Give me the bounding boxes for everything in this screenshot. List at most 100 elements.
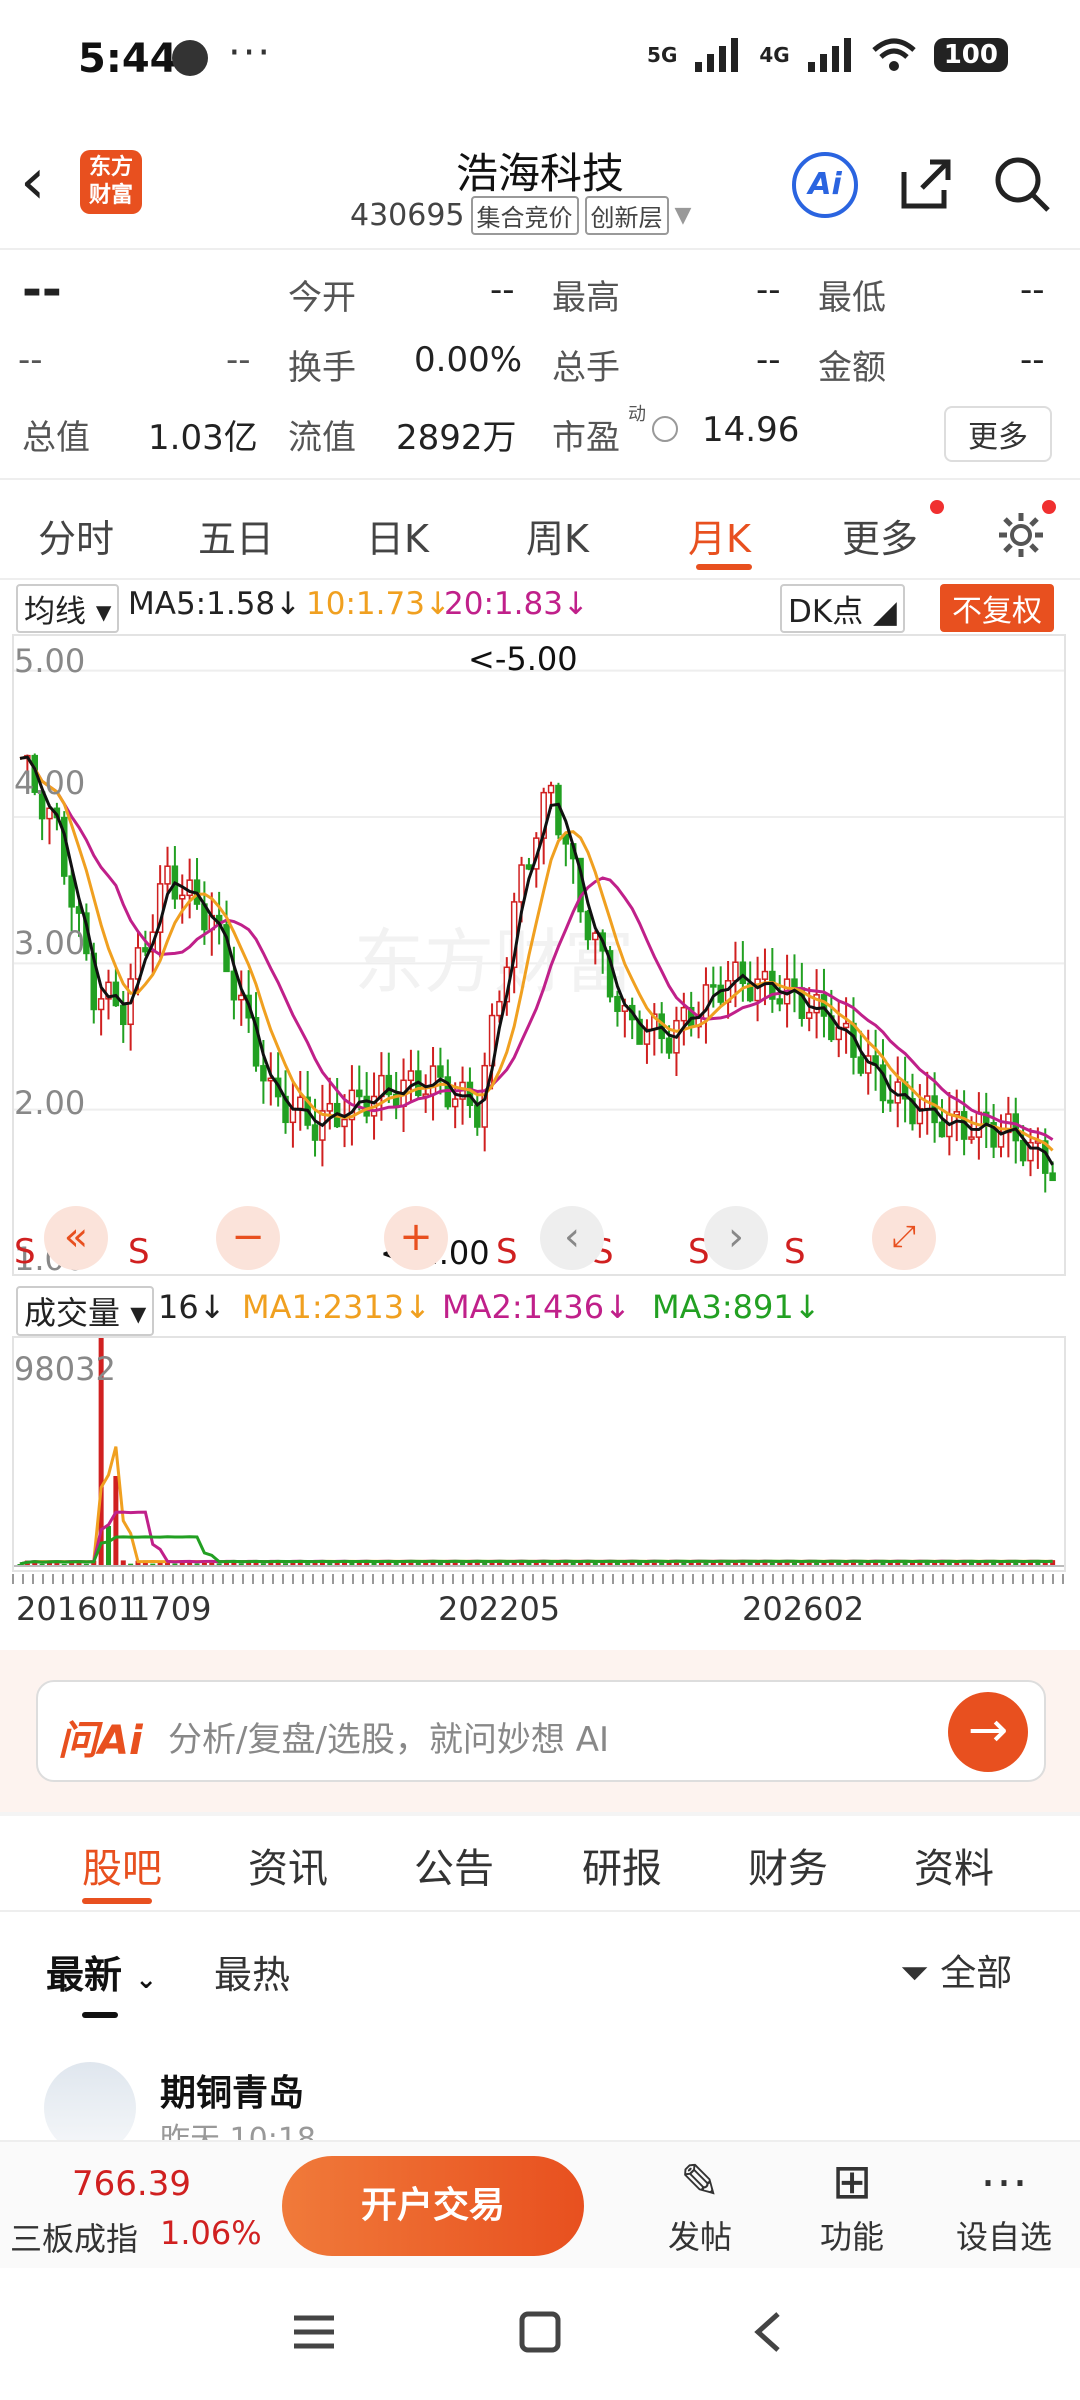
- period-tabs: 分时 五日 日K 周K 月K 更多: [0, 480, 1080, 580]
- tab-monthly-k[interactable]: 月K: [688, 508, 751, 563]
- bottom-action-bar: 766.39 三板成指 1.06% 开户交易 ✎ 发帖 ⊞ 功能 ⋯ 设自选: [0, 2140, 1080, 2268]
- filter-icon: ⏷: [900, 1953, 929, 1994]
- low-value: --: [1020, 270, 1045, 310]
- candle-body: [1012, 1113, 1019, 1142]
- tab-daily-k[interactable]: 日K: [366, 508, 429, 563]
- network-4g-icon: 4G: [759, 43, 790, 67]
- candle-body: [326, 1102, 334, 1112]
- tab-news[interactable]: 资讯: [248, 1836, 328, 1894]
- post-button[interactable]: ✎ 发帖: [640, 2152, 760, 2258]
- scroll-right-button[interactable]: ›: [704, 1206, 768, 1270]
- amount-label: 金额: [818, 348, 886, 388]
- signal-icon: [695, 38, 739, 72]
- candle-body: [938, 1121, 946, 1138]
- candle-body: [112, 981, 120, 1007]
- candle-body: [665, 1037, 673, 1054]
- ai-button[interactable]: Ai: [792, 152, 858, 218]
- signal-icon-2: [807, 38, 851, 72]
- scroll-far-left-button[interactable]: «: [44, 1206, 108, 1270]
- tab-intraday[interactable]: 分时: [38, 508, 114, 563]
- candle-body: [474, 1104, 481, 1128]
- tab-more[interactable]: 更多: [842, 508, 918, 563]
- mktcap-value: 1.03亿: [148, 418, 258, 458]
- vol-ma3-label: MA3:891: [652, 1288, 794, 1326]
- stock-code: 430695: [350, 198, 465, 233]
- more-red-dot: [930, 500, 944, 514]
- volume-chart[interactable]: 98032: [12, 1336, 1066, 1572]
- pe-value: 14.96: [702, 410, 800, 450]
- candle-body: [164, 865, 171, 885]
- candle-body: [120, 1004, 127, 1026]
- tab-announcements[interactable]: 公告: [414, 1836, 494, 1894]
- price-change-pct: --: [226, 340, 251, 380]
- tab-forum[interactable]: 股吧: [82, 1836, 162, 1894]
- home-icon[interactable]: [518, 2310, 562, 2354]
- no-adjust-button[interactable]: 不复权: [940, 584, 1054, 632]
- candle-body: [341, 1118, 348, 1128]
- open-label: 今开: [288, 278, 356, 318]
- volume-selector[interactable]: 成交量 ▾: [16, 1286, 155, 1336]
- volume-selector-label: 成交量: [24, 1294, 121, 1332]
- candle-body: [179, 894, 186, 900]
- index-value[interactable]: 766.39: [72, 2164, 191, 2204]
- search-icon[interactable]: [992, 154, 1052, 214]
- post-author[interactable]: 期铜青岛: [160, 2064, 304, 2116]
- high-value: --: [756, 270, 781, 310]
- vol-ma3: MA3:891↓: [652, 1288, 821, 1326]
- ai-search-bar[interactable]: 问Ai 分析/复盘/选股，就问妙想 AI →: [36, 1680, 1046, 1782]
- more-quote-button[interactable]: 更多: [944, 406, 1052, 462]
- dropdown-icon: ▼: [674, 203, 692, 228]
- tab-research[interactable]: 研报: [582, 1836, 662, 1894]
- settings-gear-icon[interactable]: [996, 510, 1046, 560]
- ma-selector[interactable]: 均线 ▾: [16, 584, 120, 633]
- tab-five-day[interactable]: 五日: [198, 508, 274, 563]
- function-button[interactable]: ⊞ 功能: [792, 2152, 912, 2258]
- candle-body: [584, 910, 592, 941]
- ai-submit-arrow-icon[interactable]: →: [948, 1692, 1028, 1772]
- tab-weekly-k[interactable]: 周K: [526, 508, 589, 563]
- y-label-4: 4.00: [14, 764, 86, 802]
- candle-body: [407, 1070, 415, 1082]
- candle-body: [356, 1089, 363, 1098]
- filter-all-button[interactable]: ⏷ 全部: [900, 1944, 1012, 1996]
- ma20-label: 20:1.83: [444, 586, 563, 622]
- status-bar: 5:44 ··· 5G 4G 100: [0, 0, 1080, 120]
- candle-body: [525, 864, 533, 870]
- kline-chart[interactable]: 东方财富 5.00 4.00 3.00 2.00 1.00 <-5.00 <-1…: [12, 634, 1066, 1278]
- sort-latest[interactable]: 最新 ⌄: [46, 1944, 157, 1999]
- candle-body: [260, 1065, 267, 1082]
- back-nav-icon[interactable]: [748, 2310, 788, 2354]
- tab-finance[interactable]: 财务: [748, 1836, 828, 1894]
- share-icon[interactable]: [896, 154, 956, 214]
- pe-superscript: 动: [628, 404, 646, 425]
- menu-icon[interactable]: [292, 2312, 336, 2352]
- edit-icon: ✎: [679, 2154, 721, 2210]
- stock-header: ‹ 东方 财富 浩海科技 430695 集合竞价 创新层 ▼ Ai: [0, 120, 1080, 250]
- pe-info-icon[interactable]: [652, 416, 678, 442]
- auction-tag: 集合竞价: [470, 196, 579, 235]
- candle-body: [968, 1136, 975, 1140]
- stock-code-row[interactable]: 430695 集合竞价 创新层 ▼: [350, 196, 691, 235]
- x-label-start: 201601: [16, 1590, 139, 1628]
- post-time: 昨天 10:18: [160, 2122, 316, 2140]
- s-marker: S: [496, 1232, 518, 1272]
- zoom-out-button[interactable]: −: [216, 1206, 280, 1270]
- fullscreen-icon[interactable]: ⤢: [872, 1206, 936, 1270]
- volume-bar: [106, 1526, 112, 1566]
- turnover-value: 0.00%: [414, 340, 523, 380]
- index-name[interactable]: 三板成指: [10, 2214, 138, 2260]
- quote-panel: -- -- -- 今开 -- 最高 -- 最低 -- 换手 0.00% 总手 -…: [0, 250, 1080, 478]
- dk-point-selector[interactable]: DK点 ◢: [780, 584, 905, 633]
- tab-profile[interactable]: 资料: [914, 1836, 994, 1894]
- scroll-left-button[interactable]: ‹: [540, 1206, 604, 1270]
- volume-label: 总手: [552, 348, 620, 388]
- add-watchlist-button[interactable]: ⋯ 设自选: [944, 2152, 1064, 2258]
- open-account-button[interactable]: 开户交易: [282, 2156, 584, 2256]
- y-label-2: 2.00: [14, 1084, 86, 1122]
- sort-hot[interactable]: 最热: [214, 1944, 290, 1999]
- sort-underline: [82, 2012, 118, 2018]
- zoom-in-button[interactable]: +: [384, 1206, 448, 1270]
- price-change: --: [18, 340, 43, 380]
- chevron-down-icon: ⌄: [135, 1965, 158, 1995]
- candle-body: [547, 784, 555, 794]
